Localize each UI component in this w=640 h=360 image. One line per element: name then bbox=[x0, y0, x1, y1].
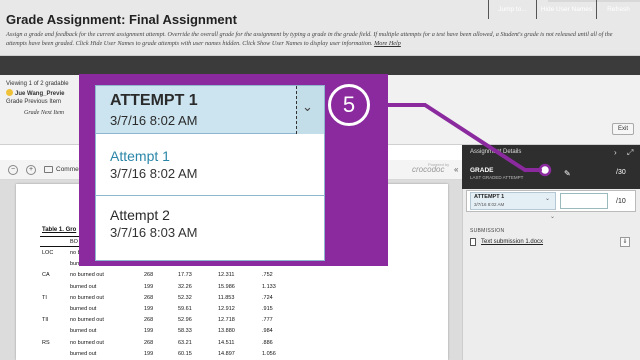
callout-connector bbox=[384, 103, 552, 177]
grade-assignment-page: Grade Assignment: Final Assignment Assig… bbox=[0, 0, 640, 360]
connector-line bbox=[384, 103, 527, 172]
step-number-badge: 5 bbox=[328, 84, 370, 126]
